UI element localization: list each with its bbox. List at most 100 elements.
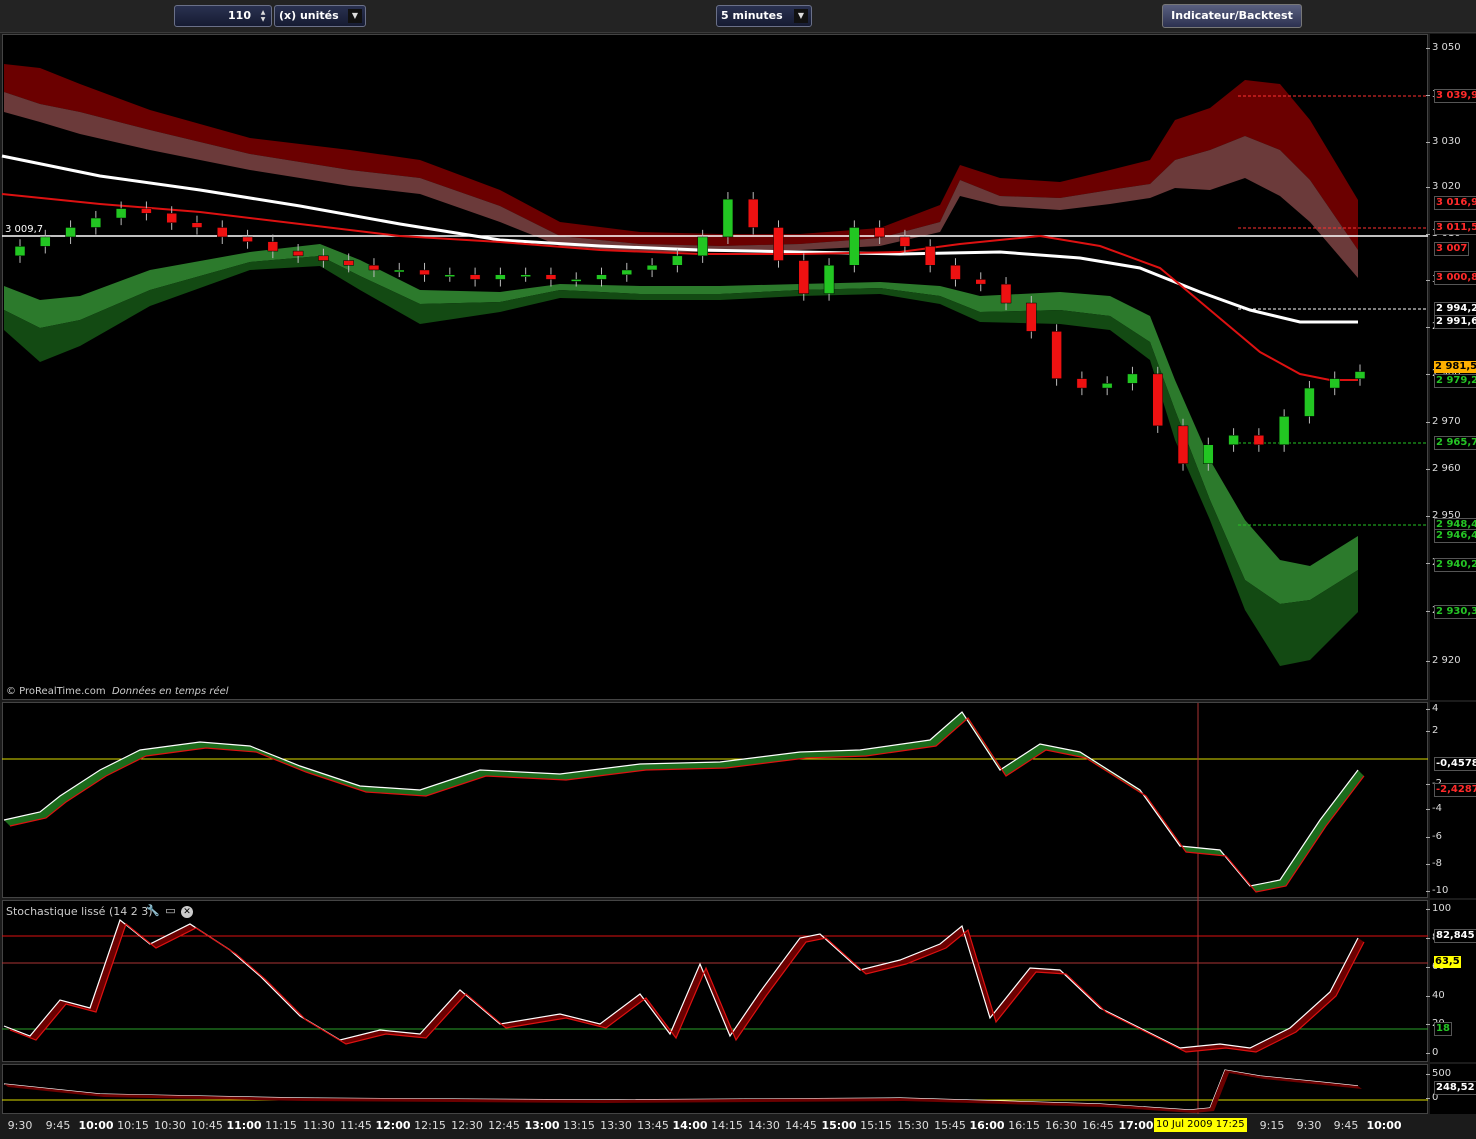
candle-body bbox=[267, 241, 279, 252]
price-tag: 3 011,5 bbox=[1434, 221, 1476, 235]
candle-body bbox=[368, 265, 380, 271]
oscillator-tick: -4 bbox=[1426, 803, 1442, 814]
candle-body bbox=[469, 274, 481, 280]
credit-text: Données en temps réel bbox=[111, 686, 229, 697]
time-tick-label: 16:00 bbox=[969, 1119, 1005, 1132]
candle-body bbox=[520, 274, 531, 277]
candle-body bbox=[166, 213, 177, 224]
candle-body bbox=[1152, 373, 1163, 427]
price-tick: 2 960 bbox=[1426, 463, 1461, 474]
candle-body bbox=[318, 255, 329, 261]
price-tick: 3 050 bbox=[1426, 42, 1461, 53]
candle-body bbox=[419, 269, 430, 275]
candle-body bbox=[1177, 425, 1189, 464]
time-tick-label: 11:15 bbox=[265, 1119, 297, 1132]
wrench-icon[interactable]: 🔧 bbox=[146, 904, 160, 917]
volume-tag: 248,52 bbox=[1434, 1081, 1476, 1095]
candle-body bbox=[672, 255, 683, 266]
price-tag: 2 991,6 bbox=[1434, 315, 1476, 329]
price-tag: 2 979,2 bbox=[1434, 374, 1476, 388]
credit-brand: © ProRealTime.com bbox=[6, 686, 106, 697]
time-tick-label: 17:00 bbox=[1118, 1119, 1154, 1132]
candle-body bbox=[1203, 444, 1214, 464]
candle-body bbox=[823, 265, 835, 294]
time-tick-label: 11:30 bbox=[303, 1119, 335, 1132]
time-axis[interactable]: 9:30 9:45 10:00 10:15 10:30 10:45 11:00 11:15 11… bbox=[0, 1116, 1430, 1139]
volume-fill bbox=[4, 1070, 1362, 1113]
close-icon[interactable]: ✕ bbox=[181, 906, 193, 918]
candle-body bbox=[697, 236, 708, 257]
stochastic-title: Stochastique lissé (14 2 3) bbox=[6, 905, 153, 918]
candle-body bbox=[849, 227, 860, 266]
time-tick-label: 14:45 bbox=[785, 1119, 817, 1132]
candle-body bbox=[646, 265, 658, 271]
candle-body bbox=[1051, 331, 1062, 379]
oscillator-tag: -0,4578 bbox=[1434, 757, 1476, 771]
price-tag: 2 930,3 bbox=[1434, 605, 1476, 619]
volume-tick: 500 bbox=[1425, 1068, 1452, 1079]
candle-body bbox=[444, 274, 456, 277]
time-tick-label: 14:00 bbox=[672, 1119, 708, 1132]
time-tick-label: 13:45 bbox=[637, 1119, 669, 1132]
time-tick-label: 16:45 bbox=[1082, 1119, 1114, 1132]
stochastic-tag: 82,845 bbox=[1434, 929, 1476, 943]
time-tick-label: 13:30 bbox=[600, 1119, 632, 1132]
time-tick-label: 10:00 bbox=[78, 1119, 114, 1132]
time-tick-label: 9:15 bbox=[1259, 1119, 1285, 1132]
time-tick-label: 9:30 bbox=[1296, 1119, 1322, 1132]
candle-body bbox=[899, 236, 911, 247]
time-tick-label: 13:00 bbox=[524, 1119, 560, 1132]
time-tick-label: 9:45 bbox=[45, 1119, 71, 1132]
candle-body bbox=[874, 227, 885, 238]
candle-body bbox=[115, 208, 127, 219]
candle-body bbox=[1278, 416, 1290, 445]
window-icon[interactable]: ▭ bbox=[164, 904, 178, 917]
chart-canvas[interactable] bbox=[0, 0, 1476, 1139]
candle-body bbox=[292, 250, 304, 257]
oscillator-tick: 2 bbox=[1425, 725, 1439, 736]
candle-body bbox=[924, 246, 936, 266]
time-tick-label: 15:15 bbox=[860, 1119, 892, 1132]
oscillator-line bbox=[3, 711, 1359, 887]
stoch-d-line bbox=[9, 922, 1365, 1053]
time-tick-label: 12:15 bbox=[414, 1119, 446, 1132]
time-tick-label: 10:45 bbox=[191, 1119, 223, 1132]
candle-body bbox=[242, 236, 253, 242]
oscillator-tick: 4 bbox=[1425, 703, 1439, 714]
candle-body bbox=[798, 260, 810, 294]
candle-body bbox=[90, 217, 102, 228]
candle-body bbox=[596, 274, 607, 280]
candle-body bbox=[217, 227, 228, 238]
candle-body bbox=[40, 236, 51, 247]
candle-body bbox=[1304, 387, 1315, 417]
price-tick: 2 970 bbox=[1426, 416, 1461, 427]
time-tick-label: 12:30 bbox=[451, 1119, 483, 1132]
candle-body bbox=[14, 246, 26, 257]
price-tag: 3 016,9 bbox=[1434, 196, 1476, 210]
candle-body bbox=[1127, 373, 1138, 384]
stoch-fill bbox=[4, 920, 1364, 1052]
time-tick-label: 13:15 bbox=[563, 1119, 595, 1132]
oscillator-tick: -6 bbox=[1426, 831, 1442, 842]
time-tick-label: 14:15 bbox=[711, 1119, 743, 1132]
time-tick-label: 16:30 bbox=[1045, 1119, 1077, 1132]
time-tick-label: 10:30 bbox=[154, 1119, 186, 1132]
candle-body bbox=[1253, 435, 1265, 445]
candle-body bbox=[343, 260, 354, 266]
price-tag: 2 994,2 bbox=[1434, 302, 1476, 316]
candle-body bbox=[1026, 302, 1037, 332]
time-tick-label: 14:30 bbox=[748, 1119, 780, 1132]
price-tag: 2 965,7 bbox=[1434, 436, 1476, 450]
candle-body bbox=[722, 198, 734, 238]
price-tag: 2 981,50 bbox=[1434, 361, 1476, 373]
price-tick: 2 920 bbox=[1426, 655, 1461, 666]
candle-body bbox=[65, 227, 76, 238]
candle-body bbox=[545, 274, 557, 280]
price-tag: 3 039,9 bbox=[1434, 89, 1476, 103]
candle-body bbox=[1000, 283, 1012, 304]
stochastic-tick: 100 bbox=[1425, 903, 1452, 914]
time-tick-label: 15:00 bbox=[821, 1119, 857, 1132]
oscillator-tag: -2,4287 bbox=[1434, 783, 1476, 797]
price-tick: 3 030 bbox=[1426, 136, 1461, 147]
stochastic-tag: 63,5 bbox=[1434, 956, 1461, 968]
